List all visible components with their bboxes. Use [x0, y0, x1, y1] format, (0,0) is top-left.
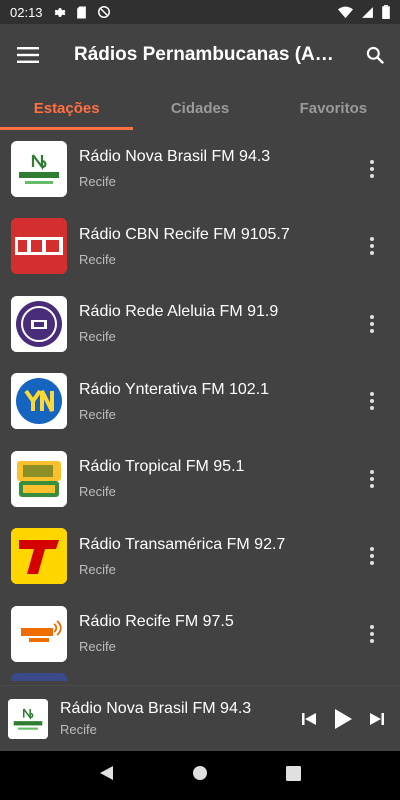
- station-logo-cbn: [11, 218, 67, 275]
- station-name: Rádio CBN Recife FM 9105.7: [79, 225, 290, 243]
- settings-icon: [54, 7, 66, 17]
- more-vert-icon: [370, 392, 374, 411]
- tab-bar: Estações Cidades Favoritos: [0, 86, 400, 130]
- station-row-partial: [0, 672, 400, 681]
- station-city: Recife: [79, 484, 116, 500]
- tab-cidades[interactable]: Cidades: [133, 86, 266, 130]
- home-circle-icon: [193, 766, 208, 780]
- station-logo-novabrasil: [11, 140, 67, 197]
- play-icon: [335, 708, 352, 729]
- more-vert-icon: [370, 159, 374, 178]
- skip-previous-icon: [302, 712, 316, 725]
- recents-square-icon: [286, 765, 302, 781]
- clock: 02:13: [10, 4, 43, 20]
- station-list: Rádio Nova Brasil FM 94.3 Recife Rádio C…: [0, 130, 400, 685]
- station-city: Recife: [79, 329, 116, 345]
- more-options-button[interactable]: [352, 226, 392, 266]
- system-navigation-bar: [0, 751, 400, 800]
- more-vert-icon: [370, 624, 374, 643]
- station-city: Recife: [79, 251, 116, 267]
- station-name: Rádio Rede Aleluia FM 91.9: [79, 303, 279, 321]
- sd-card-icon: [76, 6, 86, 18]
- app-toolbar: Rádios Pernambucanas (A…: [0, 24, 400, 86]
- transamerica-logo: [11, 528, 67, 585]
- more-vert-icon: [370, 469, 374, 488]
- novabrasil-logo: [8, 698, 48, 739]
- menu-button[interactable]: [0, 27, 56, 83]
- station-logo-partial: [11, 672, 67, 681]
- back-triangle-icon: [99, 766, 113, 780]
- ynterativa-logo: [11, 373, 67, 430]
- more-options-button[interactable]: [352, 304, 392, 344]
- station-city: Recife: [79, 406, 116, 422]
- more-options-button[interactable]: [352, 381, 392, 421]
- back-button[interactable]: [99, 765, 115, 786]
- station-row[interactable]: Rádio Ynterativa FM 102.1 Recife: [0, 363, 400, 441]
- previous-button[interactable]: [292, 699, 326, 739]
- station-row[interactable]: Rádio CBN Recife FM 9105.7 Recife: [0, 208, 400, 286]
- play-button[interactable]: [326, 699, 360, 739]
- more-vert-icon: [370, 547, 374, 566]
- cbn-logo: [11, 218, 67, 275]
- station-city: Recife: [79, 639, 116, 655]
- station-name: Rádio Tropical FM 95.1: [79, 458, 245, 476]
- player-station-city: Recife: [60, 722, 97, 737]
- station-name: Rádio Ynterativa FM 102.1: [79, 380, 270, 398]
- page-title: Rádios Pernambucanas (A…: [74, 44, 334, 65]
- battery-icon: [382, 5, 390, 19]
- recents-button[interactable]: [286, 765, 302, 786]
- tropical-logo: [11, 450, 67, 507]
- station-name: Rádio Transamérica FM 92.7: [79, 535, 286, 553]
- tab-favoritos[interactable]: Favoritos: [267, 86, 400, 130]
- tab-estacoes[interactable]: Estações: [0, 86, 134, 130]
- recife-fm-logo: [11, 605, 67, 662]
- more-vert-icon: [370, 237, 374, 256]
- station-city: Recife: [79, 174, 116, 190]
- station-logo-ynterativa: [11, 373, 67, 430]
- station-row[interactable]: Rádio Tropical FM 95.1 Recife: [0, 440, 400, 518]
- next-button[interactable]: [360, 699, 394, 739]
- station-name: Rádio Nova Brasil FM 94.3: [79, 148, 271, 166]
- novabrasil-logo: [11, 140, 67, 197]
- more-options-button[interactable]: [352, 149, 392, 189]
- mini-player[interactable]: Rádio Nova Brasil FM 94.3 Recife: [0, 685, 400, 751]
- more-options-button[interactable]: [352, 459, 392, 499]
- do-not-disturb-icon: [97, 6, 110, 18]
- station-logo-aleluia: [11, 295, 67, 352]
- skip-next-icon: [370, 712, 384, 725]
- player-station-logo: [8, 698, 48, 739]
- station-row[interactable]: Rádio Recife FM 97.5 Recife: [0, 595, 400, 673]
- hamburger-menu-icon: [17, 47, 39, 63]
- station-city: Recife: [79, 561, 116, 577]
- player-station-name: Rádio Nova Brasil FM 94.3: [60, 700, 252, 717]
- station-row[interactable]: Rádio Rede Aleluia FM 91.9 Recife: [0, 285, 400, 363]
- home-button[interactable]: [192, 765, 208, 786]
- search-button[interactable]: [350, 27, 400, 83]
- search-icon: [366, 46, 384, 64]
- station-logo-recife-fm: [11, 605, 67, 662]
- station-row[interactable]: Rádio Nova Brasil FM 94.3 Recife: [0, 130, 400, 208]
- aleluia-logo: [11, 295, 67, 352]
- signal-icon: [362, 6, 373, 18]
- more-vert-icon: [370, 314, 374, 333]
- station-logo-tropical: [11, 450, 67, 507]
- status-bar: 02:13: [0, 0, 400, 24]
- station-row[interactable]: Rádio Transamérica FM 92.7 Recife: [0, 518, 400, 596]
- more-options-button[interactable]: [352, 536, 392, 576]
- station-logo-transamerica: [11, 528, 67, 585]
- more-options-button[interactable]: [352, 614, 392, 654]
- station-name: Rádio Recife FM 97.5: [79, 613, 234, 631]
- wifi-icon: [338, 6, 353, 18]
